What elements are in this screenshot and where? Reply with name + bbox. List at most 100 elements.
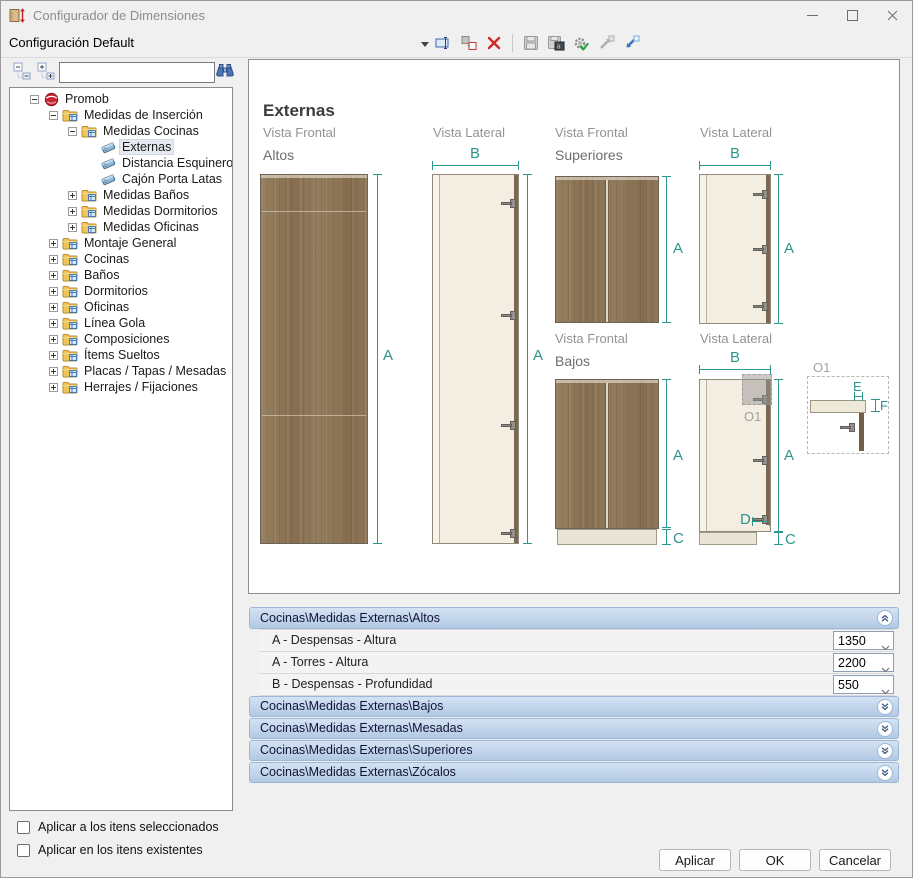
tree-item[interactable]: Línea Gola bbox=[10, 315, 232, 331]
dim-label-b: B bbox=[730, 145, 740, 162]
delete-config-icon[interactable] bbox=[484, 33, 504, 53]
tree-expander-icon[interactable] bbox=[49, 303, 58, 312]
rename-config-icon[interactable] bbox=[434, 33, 454, 53]
cabinet-back-edge bbox=[700, 380, 707, 531]
collapse-all-icon[interactable] bbox=[13, 62, 31, 80]
tree-item[interactable]: Cajón Porta Latas bbox=[10, 171, 232, 187]
tree-item[interactable]: Ítems Sueltos bbox=[10, 347, 232, 363]
panel-title: Cocinas\Medidas Externas\Superiores bbox=[250, 741, 898, 760]
tree-item[interactable]: Medidas de Inserción bbox=[10, 107, 232, 123]
titlebar: Configurador de Dimensiones bbox=[1, 1, 912, 29]
close-button[interactable] bbox=[872, 1, 912, 29]
cancel-button[interactable]: Cancelar bbox=[819, 849, 891, 871]
tree-item[interactable]: Promob bbox=[10, 91, 232, 107]
save-icon[interactable] bbox=[521, 33, 541, 53]
export-config-icon[interactable] bbox=[596, 33, 616, 53]
expand-panel-icon[interactable] bbox=[877, 699, 893, 715]
dim-label-a: A bbox=[673, 447, 683, 464]
apply-button[interactable]: Aplicar bbox=[659, 849, 731, 871]
tree-item[interactable]: Medidas Oficinas bbox=[10, 219, 232, 235]
dimension-row-label: A - Torres - Altura bbox=[259, 655, 368, 669]
expand-panel-icon[interactable] bbox=[877, 721, 893, 737]
hinge-icon bbox=[501, 527, 516, 540]
tree-expander-icon[interactable] bbox=[49, 287, 58, 296]
apply-selected-items-checkbox[interactable] bbox=[17, 821, 30, 834]
dimension-value: 550 bbox=[838, 678, 859, 692]
tree-expander-icon[interactable] bbox=[30, 95, 39, 104]
cabinet-back-edge bbox=[433, 175, 440, 543]
tree-expander-icon[interactable] bbox=[49, 111, 58, 120]
tree-expander-icon[interactable] bbox=[49, 239, 58, 248]
dimension-value-combobox[interactable]: 2200 bbox=[833, 653, 894, 672]
tree-item[interactable]: Medidas Dormitorios bbox=[10, 203, 232, 219]
folder-icon bbox=[81, 188, 98, 203]
tree-expander-icon[interactable] bbox=[49, 319, 58, 328]
tree-item[interactable]: Distancia Esquineros bbox=[10, 155, 232, 171]
panel-title: Cocinas\Medidas Externas\Bajos bbox=[250, 697, 898, 716]
maximize-button[interactable] bbox=[832, 1, 872, 29]
o1-detail-inset bbox=[807, 376, 889, 454]
tree-expander-icon[interactable] bbox=[68, 223, 77, 232]
collapse-panel-icon[interactable] bbox=[877, 610, 893, 626]
import-config-icon[interactable] bbox=[621, 33, 641, 53]
altos-front-cabinet bbox=[260, 174, 368, 544]
tree-item-label: Externas bbox=[120, 140, 173, 154]
panel-header-collapsed[interactable]: Cocinas\Medidas Externas\Superiores bbox=[249, 740, 899, 761]
tree-expander-icon[interactable] bbox=[68, 191, 77, 200]
binoculars-search-icon[interactable] bbox=[215, 61, 235, 81]
config-selector[interactable]: Configuración Default bbox=[9, 35, 134, 50]
dim-line-b-superiores bbox=[699, 165, 771, 166]
dim-line-a-altos bbox=[377, 174, 378, 544]
tree-expander-icon[interactable] bbox=[49, 367, 58, 376]
copy-config-icon[interactable] bbox=[459, 33, 479, 53]
dim-label-f: F bbox=[880, 398, 888, 413]
hinge-icon bbox=[840, 421, 855, 434]
search-input[interactable] bbox=[59, 62, 215, 83]
tree-expander-icon[interactable] bbox=[49, 335, 58, 344]
tree-item-label: Cocinas bbox=[82, 252, 131, 266]
save-file-icon[interactable]: a bbox=[546, 33, 566, 53]
tree-item[interactable]: Externas bbox=[10, 139, 232, 155]
cabinet-door-edge bbox=[514, 175, 518, 543]
tree-expander-icon[interactable] bbox=[49, 351, 58, 360]
superiores-front-cabinet bbox=[555, 176, 659, 323]
expand-panel-icon[interactable] bbox=[877, 743, 893, 759]
panel-header-collapsed[interactable]: Cocinas\Medidas Externas\Mesadas bbox=[249, 718, 899, 739]
dimension-row: A - Despensas - Altura 1350 bbox=[259, 630, 894, 652]
dimension-value-combobox[interactable]: 1350 bbox=[833, 631, 894, 650]
tree-item[interactable]: Placas / Tapas / Mesadas bbox=[10, 363, 232, 379]
expand-all-icon[interactable] bbox=[37, 62, 55, 80]
tree-item[interactable]: Baños bbox=[10, 267, 232, 283]
dim-line-c-bajos bbox=[666, 529, 667, 545]
ok-button[interactable]: OK bbox=[739, 849, 811, 871]
tree-item[interactable]: Medidas Cocinas bbox=[10, 123, 232, 139]
panel-title: Cocinas\Medidas Externas\Zócalos bbox=[250, 763, 898, 782]
toolbar: Configuración Default a bbox=[1, 29, 912, 58]
tree-item[interactable]: Dormitorios bbox=[10, 283, 232, 299]
maximize-icon bbox=[847, 10, 858, 21]
view-label-lateral-superiores: Vista Lateral bbox=[700, 125, 772, 140]
tree-expander-icon[interactable] bbox=[49, 255, 58, 264]
tree-item[interactable]: Herrajes / Fijaciones bbox=[10, 379, 232, 395]
expand-panel-icon[interactable] bbox=[877, 765, 893, 781]
tree-item[interactable]: Composiciones bbox=[10, 331, 232, 347]
apply-config-icon[interactable] bbox=[571, 33, 591, 53]
apply-existing-items-checkbox[interactable] bbox=[17, 844, 30, 857]
panel-header-altos[interactable]: Cocinas\Medidas Externas\Altos bbox=[249, 607, 899, 629]
tree-expander-icon[interactable] bbox=[68, 207, 77, 216]
dimension-value-combobox[interactable]: 550 bbox=[833, 675, 894, 694]
tree-expander-icon[interactable] bbox=[49, 271, 58, 280]
panel-header-collapsed[interactable]: Cocinas\Medidas Externas\Zócalos bbox=[249, 762, 899, 783]
tree-item[interactable]: Cocinas bbox=[10, 251, 232, 267]
panel-header-collapsed[interactable]: Cocinas\Medidas Externas\Bajos bbox=[249, 696, 899, 717]
tree-item[interactable]: Oficinas bbox=[10, 299, 232, 315]
panel-seam bbox=[262, 211, 366, 212]
o1-highlight-region bbox=[742, 374, 772, 405]
tree-item[interactable]: Medidas Baños bbox=[10, 187, 232, 203]
minimize-button[interactable] bbox=[792, 1, 832, 29]
tag-icon bbox=[100, 140, 117, 155]
tree-expander-icon[interactable] bbox=[49, 383, 58, 392]
config-dropdown-caret-icon[interactable] bbox=[421, 42, 429, 47]
tree-item[interactable]: Montaje General bbox=[10, 235, 232, 251]
tree-expander-icon[interactable] bbox=[68, 127, 77, 136]
